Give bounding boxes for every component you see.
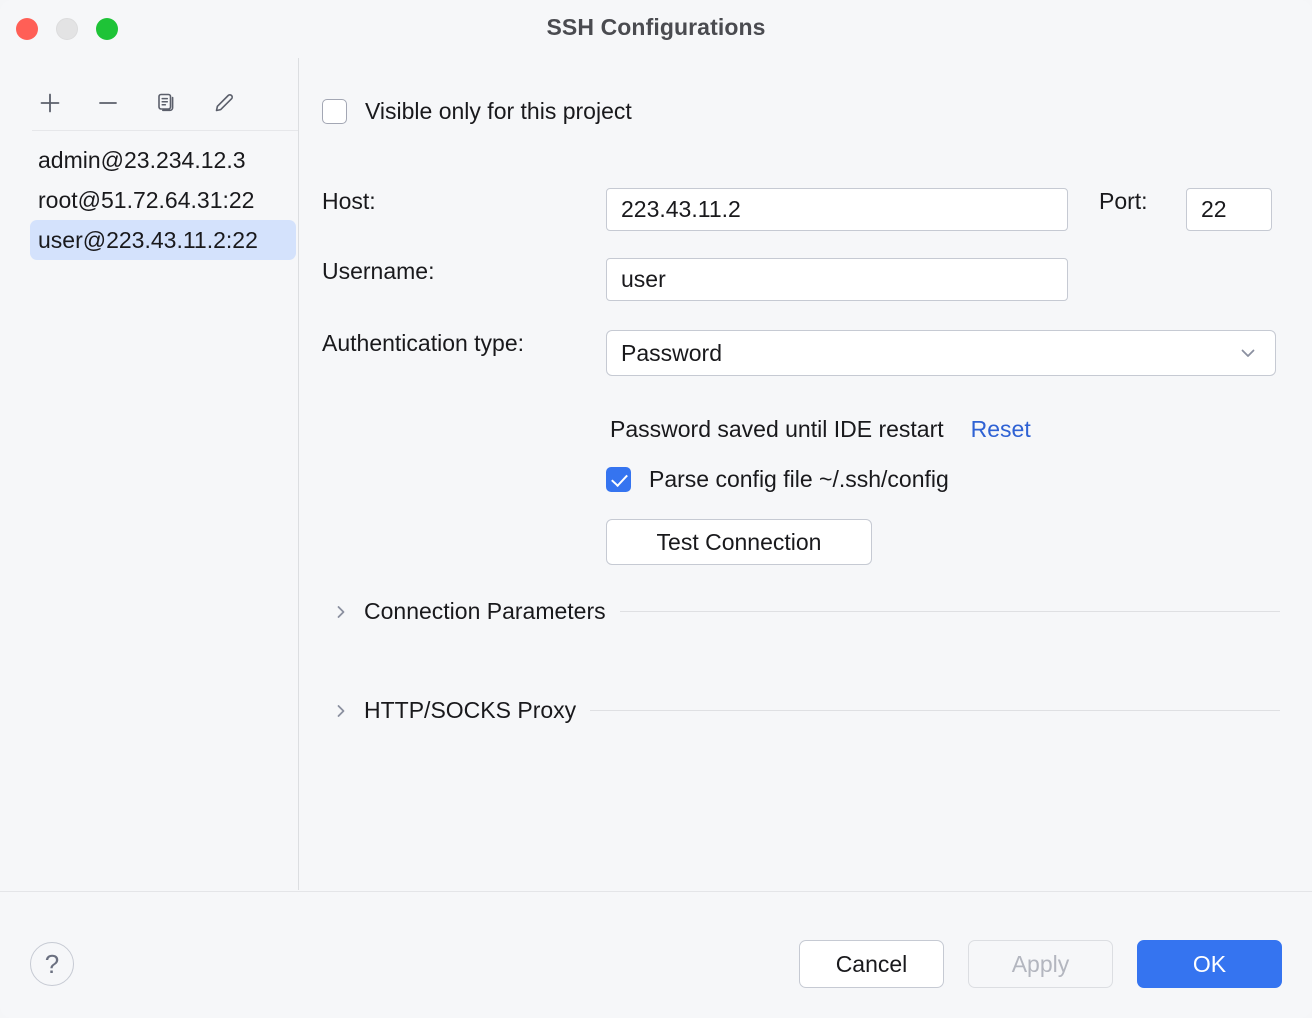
chevron-right-icon (332, 702, 350, 720)
help-button[interactable]: ? (30, 942, 74, 986)
reset-password-link[interactable]: Reset (971, 416, 1031, 443)
connection-parameters-section[interactable]: Connection Parameters (332, 598, 1280, 625)
auth-type-label: Authentication type: (322, 330, 524, 357)
password-status-row: Password saved until IDE restart Reset (610, 416, 1031, 443)
minus-icon[interactable] (94, 89, 122, 117)
http-socks-proxy-title: HTTP/SOCKS Proxy (364, 697, 576, 724)
host-input-value: 223.43.11.2 (621, 196, 741, 223)
title-bar: SSH Configurations (0, 0, 1312, 58)
section-divider (620, 611, 1280, 612)
ok-button[interactable]: OK (1137, 940, 1282, 988)
cancel-button[interactable]: Cancel (799, 940, 944, 988)
copy-icon[interactable] (152, 89, 180, 117)
list-item-label: admin@23.234.12.3 (38, 147, 246, 174)
test-connection-button[interactable]: Test Connection (606, 519, 872, 565)
list-item[interactable]: root@51.72.64.31:22 (30, 180, 296, 220)
configurations-list: admin@23.234.12.3 root@51.72.64.31:22 us… (0, 140, 299, 260)
page-title: SSH Configurations (0, 14, 1312, 41)
ok-button-label: OK (1193, 951, 1226, 978)
connection-parameters-title: Connection Parameters (364, 598, 606, 625)
host-label: Host: (322, 188, 376, 215)
section-divider (590, 710, 1280, 711)
port-label: Port: (1099, 188, 1148, 215)
dialog-footer: ? Cancel Apply OK (0, 891, 1312, 1018)
visible-only-row[interactable]: Visible only for this project (322, 98, 632, 125)
configuration-detail-panel: Visible only for this project Host: 223.… (300, 58, 1312, 890)
footer-actions: Cancel Apply OK (799, 940, 1282, 988)
sidebar-toolbar (0, 80, 299, 126)
apply-button[interactable]: Apply (968, 940, 1113, 988)
cancel-button-label: Cancel (836, 951, 908, 978)
list-item[interactable]: user@223.43.11.2:22 (30, 220, 296, 260)
list-item-label: user@223.43.11.2:22 (38, 227, 258, 254)
auth-type-select[interactable]: Password (606, 330, 1276, 376)
port-input[interactable]: 22 (1186, 188, 1272, 231)
username-label: Username: (322, 258, 434, 285)
auth-type-value: Password (621, 340, 722, 367)
visible-only-checkbox[interactable] (322, 99, 347, 124)
username-input-value: user (621, 266, 666, 293)
username-label-wrap: Username: (322, 258, 434, 285)
auth-type-label-wrap: Authentication type: (322, 330, 524, 357)
ssh-configurations-dialog: SSH Configurations (0, 0, 1312, 1018)
apply-button-label: Apply (1012, 951, 1070, 978)
host-input[interactable]: 223.43.11.2 (606, 188, 1068, 231)
pencil-icon[interactable] (210, 89, 238, 117)
password-status-text: Password saved until IDE restart (610, 416, 944, 443)
parse-config-label: Parse config file ~/.ssh/config (649, 466, 949, 493)
http-socks-proxy-section[interactable]: HTTP/SOCKS Proxy (332, 697, 1280, 724)
parse-config-checkbox[interactable] (606, 467, 631, 492)
host-label-wrap: Host: (322, 188, 376, 215)
chevron-right-icon (332, 603, 350, 621)
plus-icon[interactable] (36, 89, 64, 117)
sidebar-separator (32, 130, 299, 131)
question-mark-icon: ? (45, 949, 59, 980)
list-item-label: root@51.72.64.31:22 (38, 187, 254, 214)
chevron-down-icon (1237, 342, 1259, 364)
test-connection-label: Test Connection (657, 529, 822, 556)
visible-only-label: Visible only for this project (365, 98, 632, 125)
configurations-sidebar: admin@23.234.12.3 root@51.72.64.31:22 us… (0, 58, 299, 890)
port-input-value: 22 (1201, 196, 1227, 223)
parse-config-row[interactable]: Parse config file ~/.ssh/config (606, 466, 949, 493)
username-input[interactable]: user (606, 258, 1068, 301)
list-item[interactable]: admin@23.234.12.3 (30, 140, 296, 180)
port-label-wrap: Port: (1099, 188, 1148, 215)
